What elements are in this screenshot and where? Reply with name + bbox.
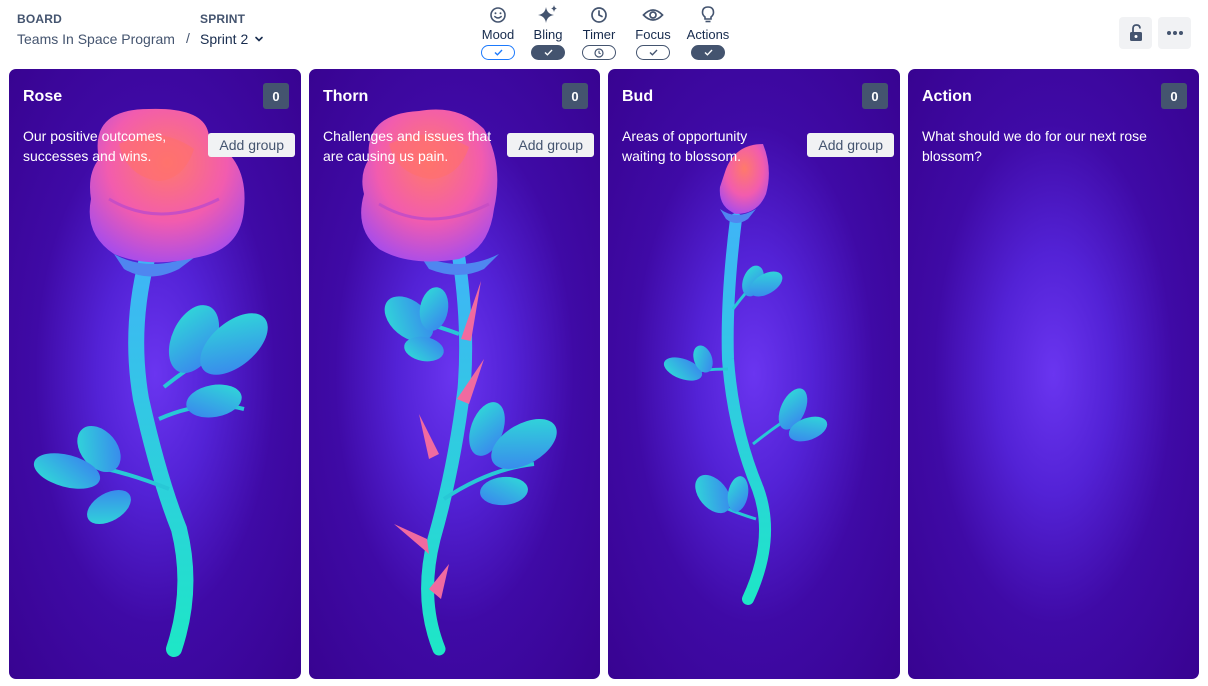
top-bar: BOARD Teams In Space Program / SPRINT Sp… <box>0 0 1208 68</box>
board-label: BOARD <box>17 12 62 26</box>
column-action: Action 0 What should we do for our next … <box>908 69 1199 679</box>
tool-actions[interactable]: Actions <box>680 4 736 60</box>
column-description: Areas of opportunity waiting to blossom. <box>622 128 748 164</box>
check-icon <box>494 49 503 56</box>
column-bud: Bud 0 Areas of opportunity waiting to bl… <box>608 69 900 679</box>
check-icon <box>544 49 553 56</box>
clock-icon <box>588 4 610 26</box>
column-description: Challenges and issues that are causing u… <box>323 128 492 164</box>
column-title: Rose <box>23 88 63 105</box>
add-group-button[interactable]: Add group <box>807 133 894 157</box>
bling-toggle[interactable] <box>531 45 565 60</box>
column-thorn: Thorn 0 Challenges and issues that are c… <box>309 69 600 679</box>
actions-toggle[interactable] <box>691 45 725 60</box>
unlock-icon <box>1129 24 1142 41</box>
add-group-button[interactable]: Add group <box>507 133 594 157</box>
more-icon <box>1166 31 1183 35</box>
sprint-value: Sprint 2 <box>200 31 249 47</box>
card-count-badge: 0 <box>263 83 289 109</box>
clock-icon <box>594 47 604 58</box>
tool-focus[interactable]: Focus <box>628 4 678 60</box>
tool-timer[interactable]: Timer <box>576 4 622 60</box>
column-title: Thorn <box>323 88 369 105</box>
tool-label: Focus <box>635 27 671 42</box>
header-actions <box>1119 17 1191 49</box>
tool-label: Actions <box>686 27 730 42</box>
focus-toggle[interactable] <box>636 45 670 60</box>
column-title: Action <box>922 88 972 105</box>
card-count-badge: 0 <box>1161 83 1187 109</box>
retro-columns: Rose 0 Our positive outcomes, successes … <box>9 69 1199 679</box>
tool-label: Bling <box>533 27 563 42</box>
column-description: Our positive outcomes, successes and win… <box>23 128 167 164</box>
add-group-button[interactable]: Add group <box>208 133 295 157</box>
smiley-icon <box>487 4 509 26</box>
column-description: What should we do for our next rose blos… <box>922 128 1147 164</box>
tool-mood[interactable]: Mood <box>476 4 520 60</box>
check-icon <box>704 49 713 56</box>
tool-label: Mood <box>481 27 515 42</box>
sprint-label: SPRINT <box>200 12 246 26</box>
sprint-dropdown[interactable]: Sprint 2 <box>200 31 264 47</box>
column-rose: Rose 0 Our positive outcomes, successes … <box>9 69 301 679</box>
sprint-selector[interactable]: SPRINT Sprint 2 <box>200 12 264 47</box>
tool-label: Timer <box>582 27 616 42</box>
lightbulb-icon <box>697 4 719 26</box>
check-icon <box>649 49 658 56</box>
timer-toggle[interactable] <box>582 45 616 60</box>
sparkle-icon <box>537 4 559 26</box>
mood-toggle[interactable] <box>481 45 515 60</box>
card-count-badge: 0 <box>562 83 588 109</box>
eye-icon <box>642 4 664 26</box>
board-breadcrumb: BOARD Teams In Space Program <box>17 12 175 47</box>
breadcrumb-separator: / <box>186 30 190 46</box>
card-count-badge: 0 <box>862 83 888 109</box>
toolbar: Mood Bling Timer Focus Actions <box>476 4 736 60</box>
board-name-link[interactable]: Teams In Space Program <box>17 31 175 47</box>
chevron-down-icon <box>255 36 264 42</box>
tool-bling[interactable]: Bling <box>522 4 574 60</box>
lock-button[interactable] <box>1119 17 1152 49</box>
more-options-button[interactable] <box>1158 17 1191 49</box>
column-title: Bud <box>622 88 654 105</box>
